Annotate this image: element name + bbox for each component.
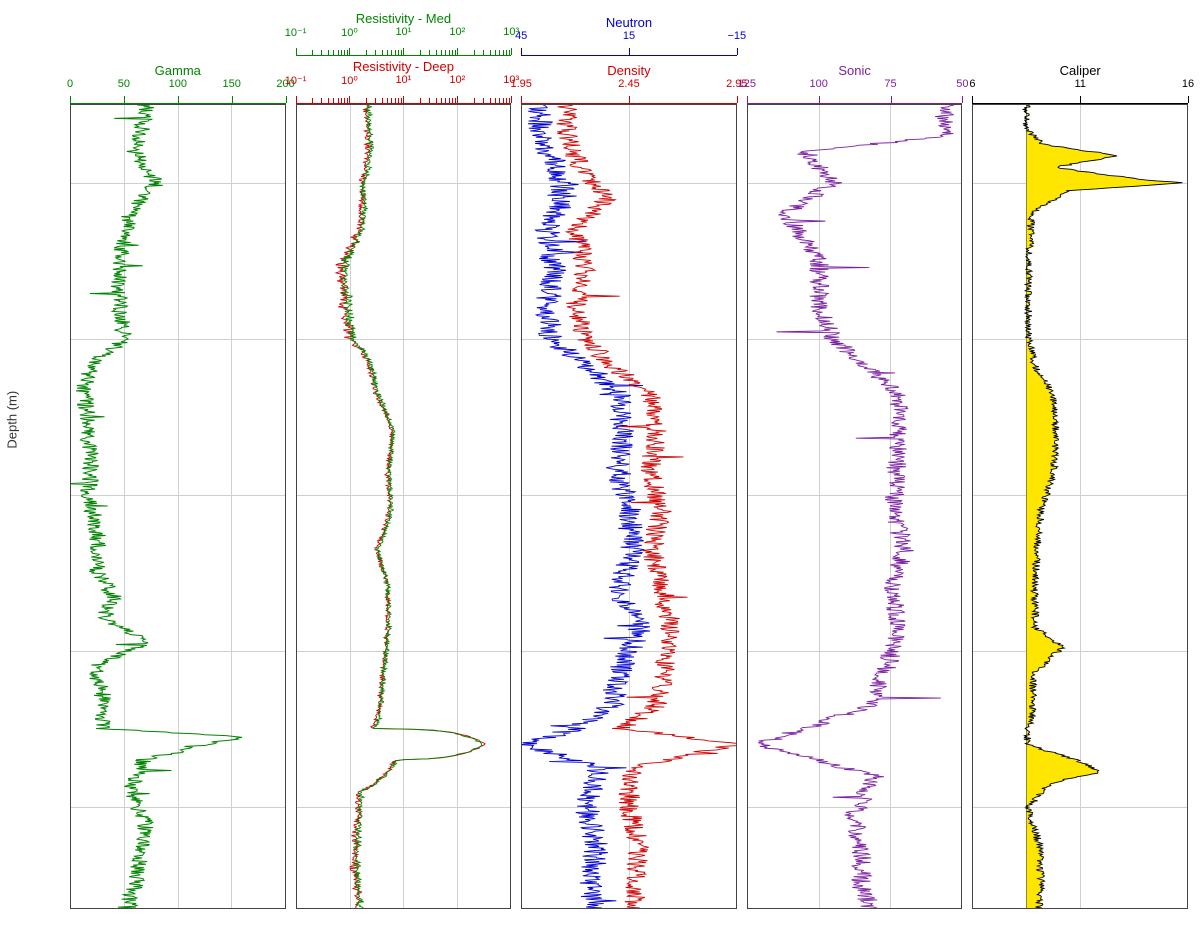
axis-ticklabels: 1251007550 [747, 78, 963, 92]
track-sonic: Sonic1251007550 [747, 8, 963, 909]
axis-ticklabels: 4515−15 [521, 30, 737, 44]
curve-sonic [758, 105, 954, 908]
caliper-undergauge-fill [1023, 105, 1027, 908]
axis-title: Resistivity - Deep [296, 60, 512, 74]
axis-header: Gamma050100150200 [70, 64, 286, 104]
curve-caliper [1023, 105, 1183, 908]
axis-scale [521, 93, 737, 104]
tracks-container: Gamma05010015020036003800400042004400Res… [70, 8, 1188, 909]
track-headers: Resistivity - Med10⁻¹10⁰10¹10²10³Resisti… [296, 8, 512, 104]
track-headers: Sonic1251007550 [747, 8, 963, 104]
curve-res-deep [335, 105, 484, 908]
curves-svg [748, 105, 962, 908]
axis-ticklabels: 050100150200 [70, 78, 286, 92]
axis-scale [296, 41, 512, 56]
axis-scale [972, 93, 1188, 104]
plot-area [747, 104, 963, 909]
axis-title: Gamma [70, 64, 286, 78]
track-caliper: Caliper61116 [972, 8, 1188, 909]
axis-ticklabels: 1.952.452.95 [521, 78, 737, 92]
axis-scale [747, 93, 963, 104]
plot-area: 36003800400042004400 [70, 104, 286, 909]
axis-header: Resistivity - Deep10⁻¹10⁰10¹10²10³ [296, 60, 512, 104]
y-axis-label: Depth (m) [5, 390, 20, 448]
axis-header: Resistivity - Med10⁻¹10⁰10¹10²10³ [296, 12, 512, 56]
plot-area [972, 104, 1188, 909]
curves-svg [297, 105, 511, 908]
axis-header: Caliper61116 [972, 64, 1188, 104]
axis-header: Sonic1251007550 [747, 64, 963, 104]
axis-scale [521, 45, 737, 56]
track-headers: Caliper61116 [972, 8, 1188, 104]
curve-res-med [340, 105, 481, 908]
curve-neutron [521, 105, 650, 908]
axis-scale [70, 93, 286, 104]
axis-title: Resistivity - Med [296, 12, 512, 26]
track-density-neutron: Neutron4515−15 Density1.952.452.95 [521, 8, 737, 909]
axis-ticklabels: 10⁻¹10⁰10¹10²10³ [296, 74, 512, 88]
track-headers: Gamma050100150200 [70, 8, 286, 104]
axis-title: Neutron [521, 16, 737, 30]
caliper-washout-fill [1027, 105, 1183, 908]
axis-title: Density [521, 64, 737, 78]
axis-header: Density1.952.452.95 [521, 64, 737, 104]
plot-area [296, 104, 512, 909]
curves-svg [522, 105, 736, 908]
curves-svg [973, 105, 1187, 908]
axis-ticklabels: 61116 [972, 78, 1188, 92]
plot-area [521, 104, 737, 909]
track-headers: Neutron4515−15 Density1.952.452.95 [521, 8, 737, 104]
axis-title: Caliper [972, 64, 1188, 78]
track-resistivity: Resistivity - Med10⁻¹10⁰10¹10²10³Resisti… [296, 8, 512, 909]
curves-svg [71, 105, 285, 908]
well-log-figure: Depth (m) Gamma0501001502003600380040004… [0, 0, 1200, 939]
axis-header: Neutron4515−15 [521, 16, 737, 56]
track-gamma: Gamma05010015020036003800400042004400 [70, 8, 286, 909]
axis-title: Sonic [747, 64, 963, 78]
axis-scale [296, 89, 512, 104]
axis-ticklabels: 10⁻¹10⁰10¹10²10³ [296, 26, 512, 40]
curve-gamma [70, 105, 242, 908]
